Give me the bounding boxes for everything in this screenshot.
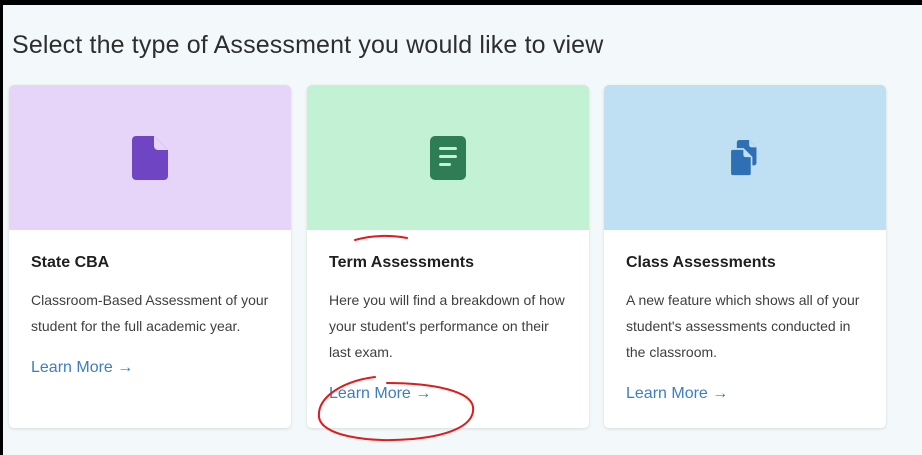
learn-more-link[interactable]: Learn More → [31,359,133,377]
learn-more-link[interactable]: Learn More → [626,385,728,403]
document-lines-icon [430,135,466,180]
learn-more-link[interactable]: Learn More → [329,385,431,403]
card-term-assessments[interactable]: Term Assessments Here you will find a br… [307,85,589,428]
card-banner [307,85,589,230]
card-banner [604,85,886,230]
documents-copy-icon [729,139,757,177]
document-icon [132,135,168,180]
card-banner [9,85,291,230]
card-title: Term Assessments [329,254,474,271]
card-description: Here you will find a breakdown of how yo… [329,292,565,360]
card-state-cba[interactable]: State CBA Classroom-Based Assessment of … [9,85,291,428]
card-title: Class Assessments [626,254,776,271]
card-class-assessments[interactable]: Class Assessments A new feature which sh… [604,85,886,428]
card-description: A new feature which shows all of your st… [626,292,860,360]
card-description: Classroom-Based Assessment of your stude… [31,292,269,334]
assessment-selection-panel: Select the type of Assessment you would … [3,5,922,455]
page-title: Select the type of Assessment you would … [12,31,604,59]
card-title: State CBA [31,254,110,271]
